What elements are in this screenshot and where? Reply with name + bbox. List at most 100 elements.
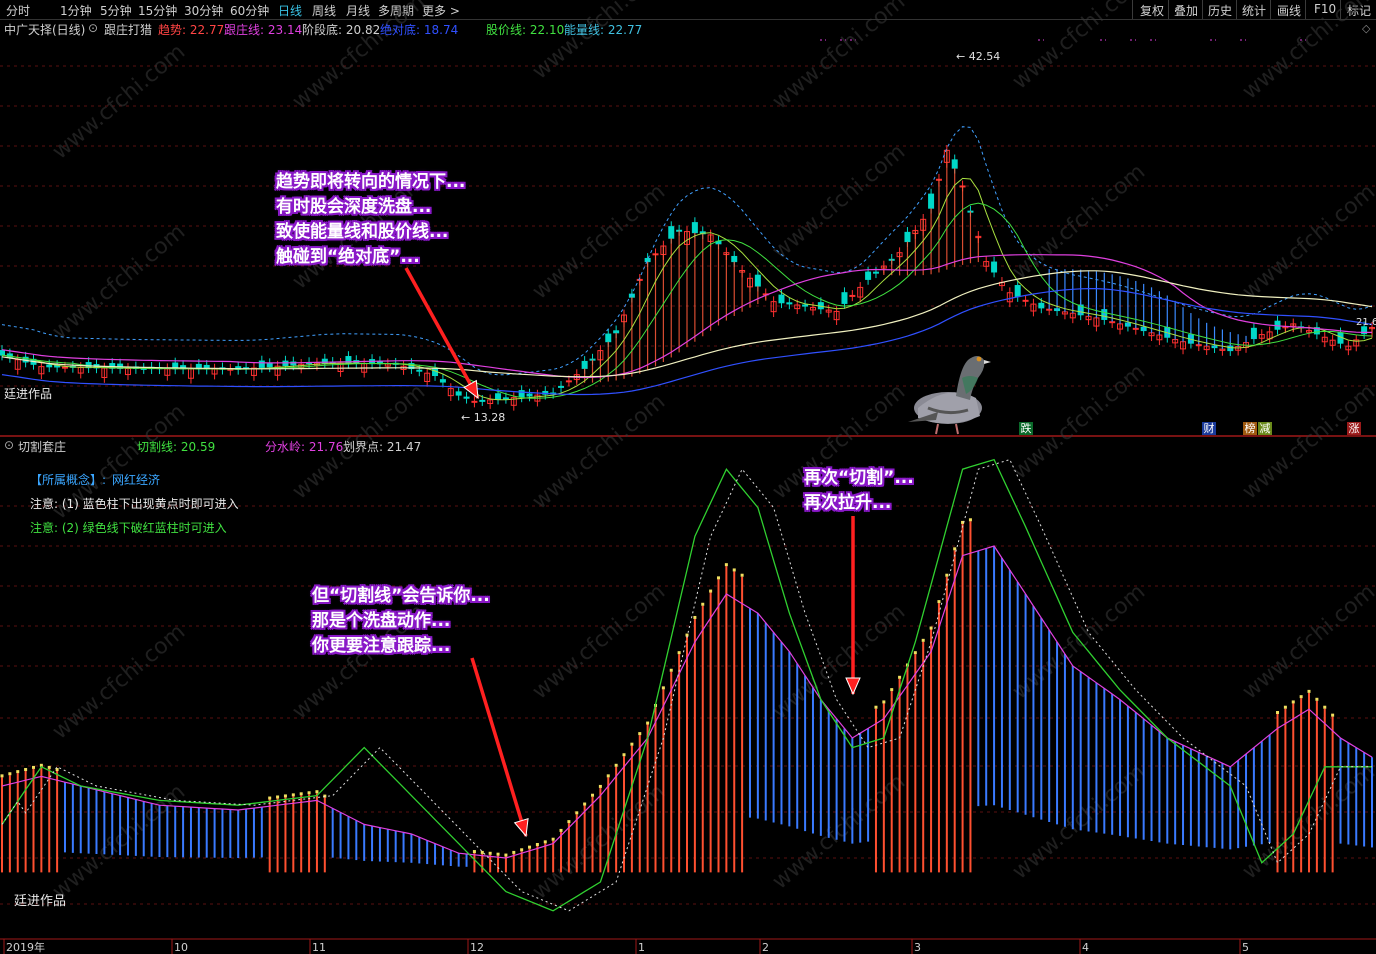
yellow-dot <box>575 811 579 815</box>
arrow-cut-again-head <box>845 677 861 696</box>
yellow-dot <box>268 796 272 800</box>
yellow-dot <box>929 626 933 630</box>
yellow-dot <box>630 742 634 746</box>
note-2: 注意: (2) 绿色线下破红蓝柱时可进入 <box>30 521 227 535</box>
candle-body <box>463 396 470 399</box>
candle-body <box>416 369 423 372</box>
yellow-dot <box>528 845 532 849</box>
yellow-dot <box>701 602 705 606</box>
watermark-text: www.cfchi.com <box>768 139 910 264</box>
candle-body <box>731 255 738 263</box>
main-indicator-1: 跟庄线: 23.14 <box>224 23 303 37</box>
main-indicator-name[interactable]: 跟庄打猎 <box>104 21 152 38</box>
sub-indicator-name[interactable]: 切割套庄 <box>18 438 66 455</box>
collapse-icon[interactable]: ⊙ <box>88 21 98 35</box>
watermark-text: www.cfchi.com <box>528 0 670 85</box>
yellow-dot <box>16 770 20 774</box>
watermark-text: www.cfchi.com <box>1238 579 1376 704</box>
yellow-dot <box>31 765 35 769</box>
candle-body <box>1014 285 1021 298</box>
candle-body <box>502 397 509 400</box>
yellow-dot <box>535 843 539 846</box>
yellow-dot <box>874 705 878 709</box>
yellow-dot <box>488 851 492 855</box>
candle-body <box>904 231 911 243</box>
candle-body <box>495 393 502 400</box>
pigeon-image <box>908 356 991 435</box>
yellow-dot <box>646 721 650 725</box>
yellow-dot <box>693 615 697 619</box>
yellow-dot <box>898 675 902 679</box>
candle-body <box>1250 327 1257 340</box>
candle-body <box>991 261 998 273</box>
yellow-dot <box>299 792 303 796</box>
watermark-text: www.cfchi.com <box>528 779 670 904</box>
yellow-dot <box>1323 705 1327 709</box>
watermark-text: www.cfchi.com <box>768 0 910 115</box>
yellow-dot <box>8 772 12 776</box>
yellow-dot <box>669 668 673 672</box>
yellow-dot <box>921 638 925 642</box>
note-1: 注意: (1) 蓝色柱下出现黄点时即可进入 <box>30 497 239 511</box>
candle-body <box>613 330 620 334</box>
yellow-dot <box>567 820 571 824</box>
concept-value-link[interactable]: 网红经济 <box>112 471 160 488</box>
candle-body <box>928 193 935 209</box>
sub-collapse-icon[interactable]: ⊙ <box>4 438 14 452</box>
yellow-dot <box>1291 700 1295 704</box>
watermark-text: www.cfchi.com <box>288 0 430 115</box>
watermark-text: www.cfchi.com <box>1008 0 1150 95</box>
main-indicator-4: 股价线: 22.10 <box>486 23 565 37</box>
axis-label: 2019年 <box>6 940 45 954</box>
yellow-dot <box>1331 713 1335 717</box>
yellow-dot <box>472 850 476 854</box>
yellow-dot <box>882 700 886 704</box>
candle-body <box>565 380 572 383</box>
yellow-dot <box>1283 705 1287 709</box>
candle-body <box>786 302 793 305</box>
yellow-dot <box>968 518 972 522</box>
candle-body <box>455 391 462 396</box>
main-indicator-0: 趋势: 22.77 <box>158 23 225 37</box>
candle-body <box>865 271 872 280</box>
kline-chart[interactable]: www.cfchi.com www.cfchi.com www.cfchi.com w… <box>0 0 1376 954</box>
yellow-dot <box>559 828 563 832</box>
axis-label: 12 <box>470 941 484 954</box>
yellow-dot <box>724 563 728 567</box>
yellow-dot <box>283 794 287 798</box>
yellow-dot <box>276 795 280 799</box>
candle-body <box>754 274 761 287</box>
yellow-dot <box>0 774 4 778</box>
sub-indicator-0: 切割线: 20.59 <box>137 440 216 454</box>
candle-body <box>872 271 879 274</box>
yellow-dot <box>307 791 311 795</box>
sub-watermark-label: 廷进作品 <box>14 894 67 909</box>
high-price-label: ← 42.54 <box>956 50 1000 63</box>
candle-body <box>644 257 651 263</box>
candle-body <box>479 399 486 402</box>
candle-body <box>1132 327 1139 330</box>
candle-body <box>605 333 612 343</box>
candle-body <box>471 400 478 403</box>
concept-label: 【所属概念】: <box>30 473 107 487</box>
yellow-dot <box>638 732 642 736</box>
candle-body <box>1046 308 1053 311</box>
arrow-to-cut-line <box>470 657 528 837</box>
signal-marker-drop: 跌 <box>1019 422 1033 435</box>
main-watermark-label: 廷进作品 <box>4 387 53 401</box>
right-price-label: 21.6 <box>1356 317 1376 328</box>
candle-body <box>951 159 958 169</box>
yellow-dot <box>551 837 555 841</box>
candle-body <box>61 366 68 369</box>
yellow-dot <box>953 547 957 551</box>
low-price-label: ← 13.28 <box>461 411 505 424</box>
yellow-dot <box>732 568 736 572</box>
yellow-dot <box>716 576 720 580</box>
candle-body <box>668 226 675 239</box>
arrow-to-absolute-bottom <box>404 267 480 399</box>
candle-body <box>581 360 588 369</box>
watermark-text: www.cfchi.com <box>1238 179 1376 304</box>
yellow-dot <box>890 688 894 692</box>
yellow-dot <box>480 850 484 854</box>
panel-arrow-icon[interactable]: ◇ <box>1362 22 1370 35</box>
